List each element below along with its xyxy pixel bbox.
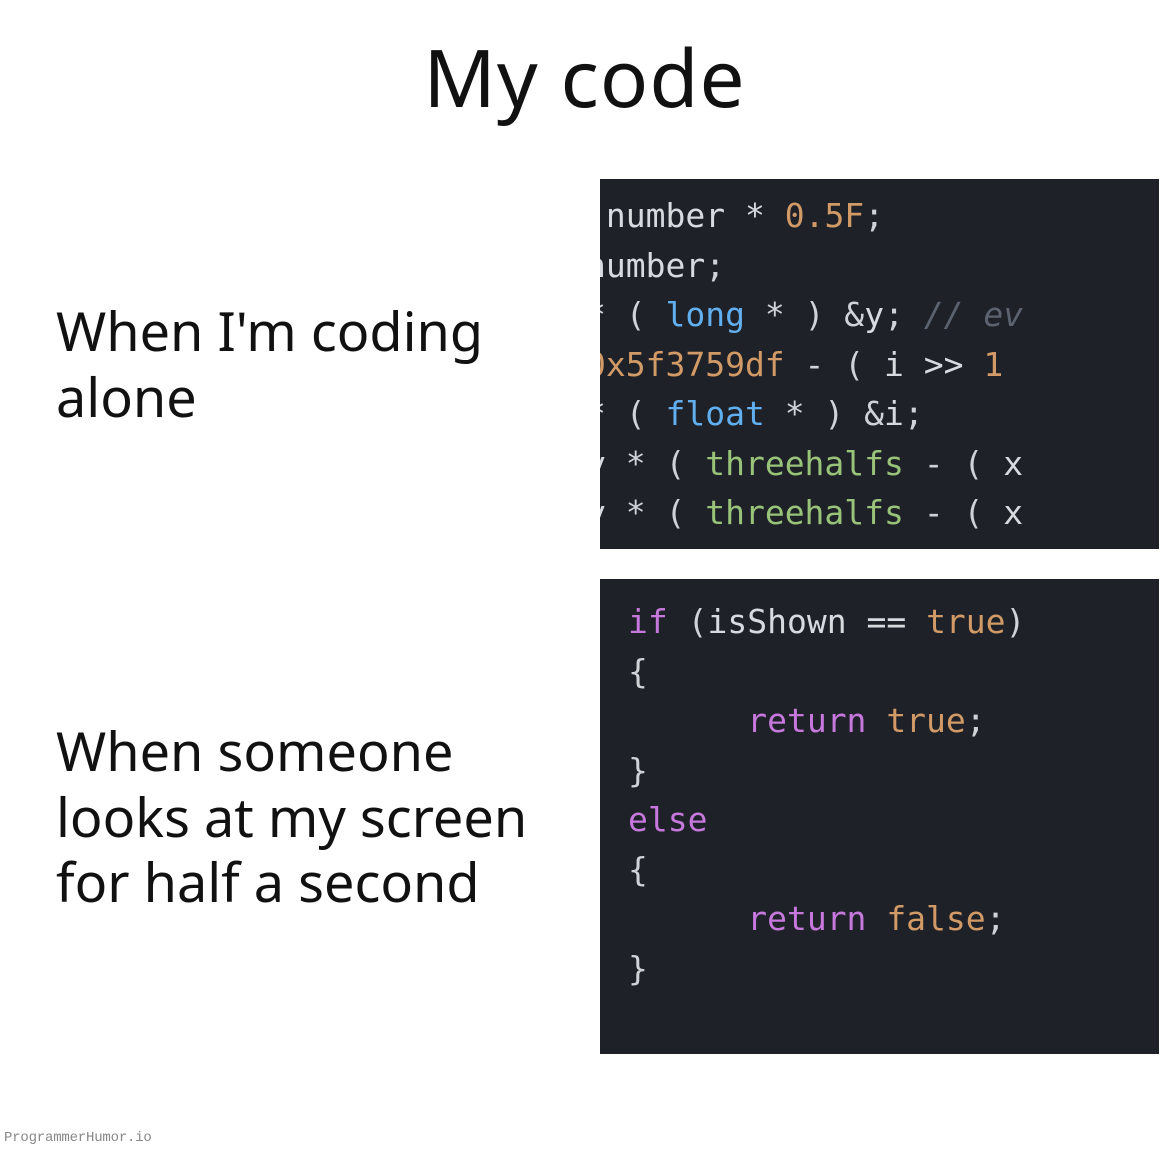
code-text: float — [665, 394, 764, 433]
code-text: threehalfs — [705, 493, 904, 532]
page-title: My code — [0, 0, 1169, 131]
code-text: y — [864, 295, 884, 334]
code-text: number — [600, 196, 745, 235]
code-text: * — [745, 196, 765, 235]
code-text: x — [1003, 444, 1023, 483]
caption-someone-looks: When someone looks at my screen for half… — [0, 718, 600, 916]
code-text: ) — [1006, 602, 1026, 641]
code-text: - ( — [785, 345, 884, 384]
code-text — [765, 196, 785, 235]
row-coding-alone: When I'm coding alone number * 0.5F; num… — [0, 179, 1169, 549]
code-text: 0x5f3759df — [600, 345, 785, 384]
code-block-alone: number * 0.5F; number; * ( long * ) &y; … — [600, 179, 1159, 549]
code-text: ( — [668, 602, 708, 641]
code-text: // ev — [924, 295, 1023, 334]
code-text: 1 — [983, 345, 1003, 384]
code-text: } — [628, 751, 648, 790]
code-text: 0.5F — [785, 196, 864, 235]
code-text: if — [628, 602, 668, 641]
code-text: - ( — [904, 444, 1003, 483]
code-text: threehalfs — [705, 444, 904, 483]
code-text: else — [628, 800, 707, 839]
code-text: >> — [904, 345, 983, 384]
code-text: number — [600, 246, 705, 285]
code-text: ; — [904, 394, 924, 433]
code-text: ; — [884, 295, 924, 334]
code-text: x — [1003, 493, 1023, 532]
code-text — [628, 701, 747, 740]
row-someone-looks: When someone looks at my screen for half… — [0, 579, 1169, 1054]
code-text: * ( — [606, 444, 705, 483]
code-text: true — [926, 602, 1005, 641]
code-text: long — [665, 295, 744, 334]
code-text: ; — [986, 899, 1006, 938]
code-text: return — [747, 899, 866, 938]
code-block-watched: if (isShown == true) { return true; } el… — [600, 579, 1159, 1054]
code-text: ; — [705, 246, 725, 285]
code-text: ( — [606, 295, 666, 334]
code-text: * ) & — [765, 394, 884, 433]
code-text: == — [847, 602, 926, 641]
code-text: i — [884, 345, 904, 384]
code-text: { — [628, 850, 648, 889]
watermark: ProgrammerHumor.io — [4, 1130, 152, 1146]
code-text: false — [886, 899, 985, 938]
code-text: { — [628, 652, 648, 691]
code-text: true — [886, 701, 965, 740]
code-text: i — [884, 394, 904, 433]
code-text: } — [628, 949, 648, 988]
code-text: ; — [864, 196, 884, 235]
code-text: ( — [606, 394, 666, 433]
code-text: - ( — [904, 493, 1003, 532]
code-text: ; — [966, 701, 986, 740]
code-text: * ( — [606, 493, 705, 532]
code-text: * ) & — [745, 295, 864, 334]
code-text: return — [747, 701, 866, 740]
code-text: isShown — [708, 602, 847, 641]
caption-coding-alone: When I'm coding alone — [0, 298, 600, 430]
code-text — [866, 701, 886, 740]
code-text — [866, 899, 886, 938]
code-text — [628, 899, 747, 938]
